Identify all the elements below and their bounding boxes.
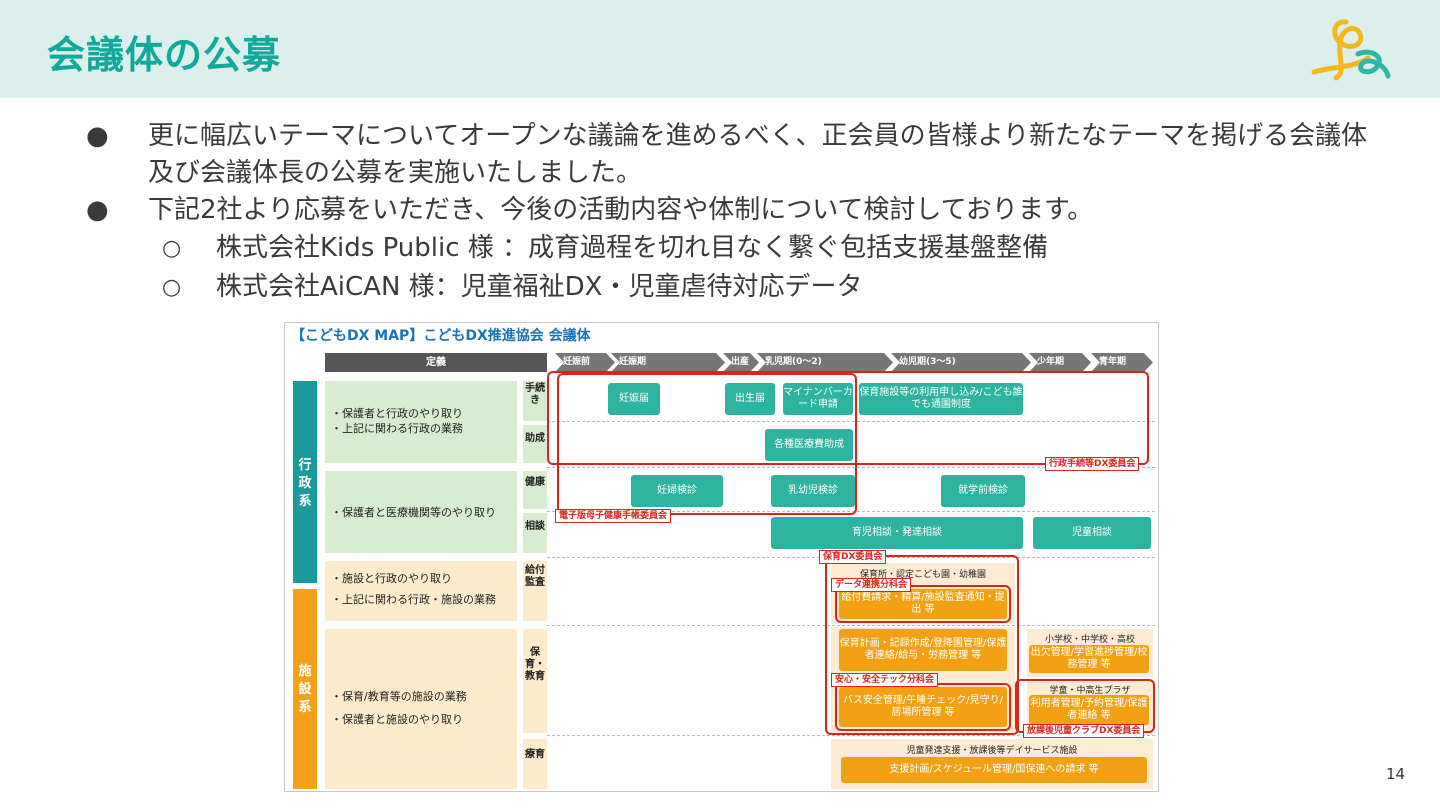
kodomo-dx-map-figure: 【こどもDX MAP】こどもDX推進協会 会議体 定義 妊娠前 妊娠期 出産 乳… [284, 322, 1159, 792]
sub-bullet-text: 株式会社AiCAN 様：児童福祉DX・児童虐待対応データ [216, 272, 863, 302]
box-ikuji-sodan: 育児相談・発達相談 [771, 517, 1023, 549]
sub-label-tetsuzuki: 手続き [523, 381, 547, 421]
category-shisetsu: 施設系 [293, 589, 317, 789]
slide-header: 会議体の公募 [0, 0, 1440, 98]
committee-label-data: データ連携分科会 [831, 578, 912, 592]
slide-title: 会議体の公募 [47, 33, 282, 77]
row-label-line: ・保育/教育等の施設の業務 [331, 690, 467, 703]
sub-label-kenko: 健康 [523, 471, 547, 509]
sub-label-sodan: 相談 [523, 513, 547, 553]
sub-bullet-item: ○ 株式会社AiCAN 様：児童福祉DX・児童虐待対応データ [86, 268, 1376, 307]
row-label-hoiku: ・保育/教育等の施設の業務 ・保護者と施設のやり取り [325, 629, 517, 789]
text-jido-hattatsu: 児童発達支援・放課後等デイサービス施設 [906, 746, 1078, 756]
page-number: 14 [1386, 765, 1406, 783]
bullet-item: ● 更に幅広いテーマについてオープンな議論を進めるべく、正会員の皆様より新たなテ… [86, 118, 1376, 192]
row-label-line: ・保護者と医療機関等のやり取り [331, 506, 496, 519]
box-shugakumae: 就学前検診 [941, 475, 1025, 507]
box-shugaku: 出欠管理/学習進捗管理/校務管理 等 [1029, 645, 1149, 673]
bullet-text: 更に幅広いテーマについてオープンな議論を進めるべく、正会員の皆様より新たなテーマ… [148, 121, 1368, 188]
sub-label-kyufu: 給付監査 [523, 561, 547, 621]
bullet-dot: ● [86, 121, 109, 151]
sub-bullet-text: 株式会社Kids Public 様 ：成育過程を切れ目なく繋ぐ包括支援基盤整備 [216, 233, 1049, 263]
committee-label-anshin: 安心・安全テック分科会 [831, 673, 939, 687]
sub-bullet-item: ○ 株式会社Kids Public 様 ：成育過程を切れ目なく繋ぐ包括支援基盤整… [86, 229, 1376, 268]
kodomo-dx-logo-icon [1311, 19, 1391, 81]
sub-label-ryoiku: 療育 [523, 739, 547, 789]
bullet-text: 下記2社より応募をいただき、今後の活動内容や体制について検討しております。 [148, 195, 1094, 225]
stage-seinenki: 青年期 [1091, 353, 1153, 372]
row-label-shisetsu-gyosei: ・施設と行政のやり取り ・上記に関わる行政・施設の業務 [325, 561, 517, 621]
box-shien: 支援計画/スケジュール管理/国保連への請求 等 [841, 757, 1147, 783]
stage-nyujiki: 乳児期(0〜2) [757, 353, 893, 372]
map-title: 【こどもDX MAP】こどもDX推進協会 会議体 [291, 328, 591, 344]
committee-label-hokago: 放課後児童クラブDX委員会 [1023, 724, 1145, 738]
row-label-gyosei: ・保護者と行政のやり取り ・上記に関わる行政の業務 [325, 381, 517, 463]
row-label-line: ・施設と行政のやり取り [331, 572, 452, 585]
committee-outline-anshin [835, 683, 1011, 731]
definition-header: 定義 [325, 353, 547, 372]
stage-shussan: 出産 [723, 353, 759, 372]
stage-yojiki: 幼児期(3〜5) [891, 353, 1031, 372]
stage-shonenki: 少年期 [1029, 353, 1091, 372]
sub-label-josei: 助成 [523, 425, 547, 463]
sub-bullet-circle: ○ [162, 236, 182, 261]
row-label-line: ・上記に関わる行政・施設の業務 [331, 593, 496, 606]
bullet-item: ● 下記2社より応募をいただき、今後の活動内容や体制について検討しております。 [86, 192, 1376, 229]
stage-ninshinki: 妊娠期 [611, 353, 725, 372]
text-shochugaku: 小学校・中学校・高校 [1044, 635, 1135, 645]
row-label-line: ・上記に関わる行政の業務 [331, 422, 463, 435]
committee-outline-boshi [557, 373, 857, 515]
bullet-list: ● 更に幅広いテーマについてオープンな議論を進めるべく、正会員の皆様より新たなテ… [86, 118, 1376, 307]
category-gyosei: 行政系 [293, 381, 317, 583]
committee-label-boshi: 電子版母子健康手帳委員会 [555, 509, 672, 523]
stage-ninshinmae: 妊娠前 [555, 353, 615, 372]
row-label-line: ・保護者と行政のやり取り [331, 407, 463, 420]
sub-label-hoiku: 保育・教育 [523, 629, 547, 733]
row-label-line: ・保護者と施設のやり取り [331, 713, 463, 726]
bullet-dot: ● [86, 195, 109, 225]
sub-bullet-circle: ○ [162, 275, 182, 300]
committee-label-gyosei: 行政手続等DX委員会 [1045, 457, 1140, 471]
box-jido-sodan: 児童相談 [1033, 517, 1151, 549]
committee-label-hoiku: 保育DX委員会 [819, 550, 887, 564]
row-label-iryo: ・保護者と医療機関等のやり取り [325, 471, 517, 553]
